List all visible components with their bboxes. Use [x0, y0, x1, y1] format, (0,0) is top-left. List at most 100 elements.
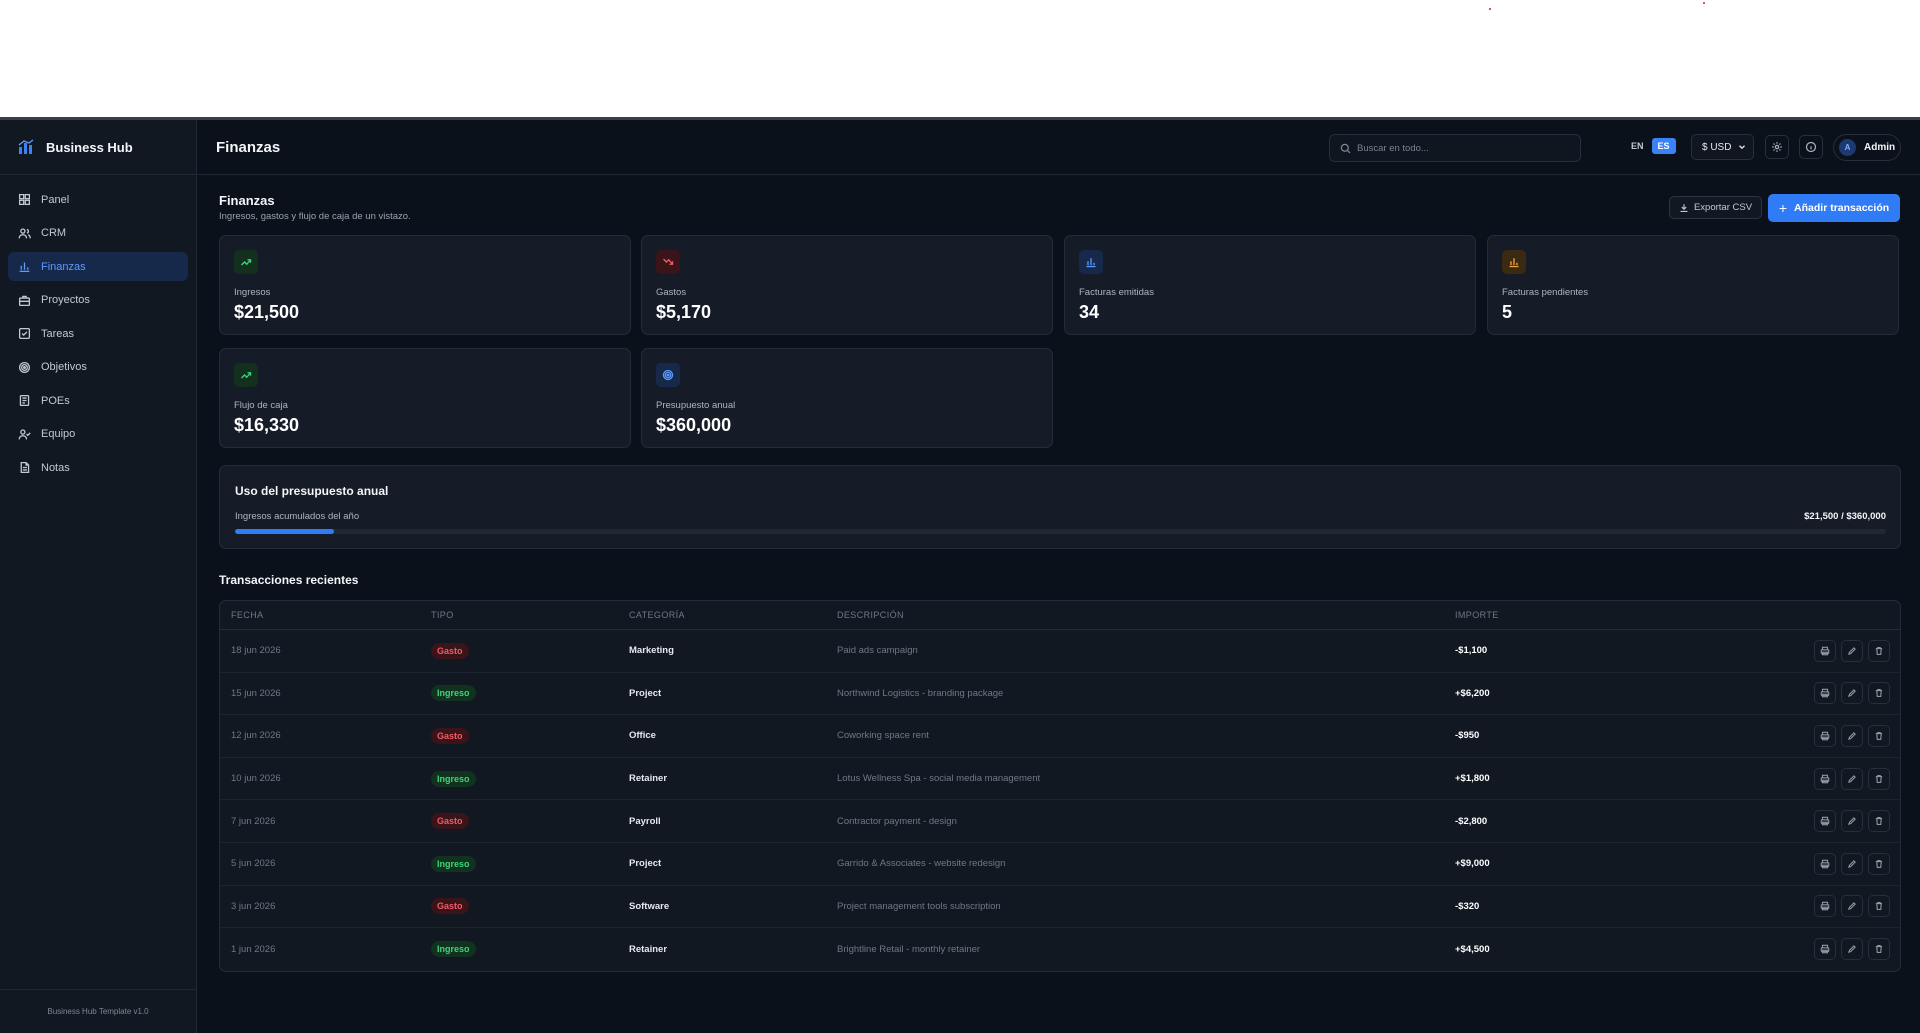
page-title: Finanzas [219, 193, 275, 208]
row-category: Retainer [629, 943, 668, 955]
row-actions [1814, 810, 1890, 833]
print-button[interactable] [1814, 682, 1836, 705]
users-icon [18, 227, 31, 238]
row-description: Brightline Retail - monthly retainer [837, 943, 981, 955]
column-header-date[interactable]: FECHA [231, 610, 264, 620]
lang-en-button[interactable]: EN [1625, 138, 1650, 154]
printer-icon [1820, 731, 1830, 741]
team-icon [18, 428, 31, 439]
delete-button[interactable] [1868, 938, 1890, 961]
delete-button[interactable] [1868, 852, 1890, 875]
currency-select[interactable]: $ USD [1691, 134, 1754, 160]
delete-button[interactable] [1868, 895, 1890, 918]
stat-card: Ingresos $21,500 [219, 235, 631, 335]
table-row[interactable]: 10 jun 2026 Ingreso Retainer Lotus Wellness… [220, 758, 1900, 801]
sidebar-item-poes[interactable]: POEs [8, 386, 188, 415]
target-icon [18, 361, 31, 373]
info-icon [1805, 141, 1817, 153]
print-button[interactable] [1814, 810, 1836, 833]
sidebar-item-panel[interactable]: Panel [8, 185, 188, 214]
sidebar-nav: Panel CRM Finanzas Proyectos Tareas Obje… [0, 175, 196, 497]
row-amount: +$4,500 [1455, 943, 1490, 955]
table-row[interactable]: 15 jun 2026 Ingreso Project Northwind Logis… [220, 673, 1900, 716]
sidebar-item-label: Finanzas [41, 260, 86, 273]
edit-button[interactable] [1841, 767, 1863, 790]
edit-button[interactable] [1841, 938, 1863, 961]
table-row[interactable]: 12 jun 2026 Gasto Office Coworking space re… [220, 715, 1900, 758]
add-transaction-button[interactable]: + Añadir transacción [1768, 194, 1900, 222]
stat-label: Presupuesto anual [656, 400, 736, 411]
row-date: 12 jun 2026 [231, 730, 281, 742]
type-badge: Ingreso [431, 855, 476, 872]
row-category: Office [629, 730, 656, 742]
stat-value: $16,330 [234, 415, 300, 435]
info-button[interactable] [1799, 135, 1823, 159]
type-badge: Gasto [431, 813, 469, 830]
print-button[interactable] [1814, 724, 1836, 747]
row-description: Lotus Wellness Spa - social media manage… [837, 773, 1041, 785]
pencil-icon [1847, 689, 1856, 698]
column-header-type[interactable]: TIPO [431, 610, 454, 620]
row-date: 7 jun 2026 [231, 815, 276, 827]
print-button[interactable] [1814, 895, 1836, 918]
sidebar: Business Hub Panel CRM Finanzas Proyecto… [0, 120, 197, 1033]
table-row[interactable]: 18 jun 2026 Gasto Marketing Paid ads campai… [220, 630, 1900, 673]
sidebar-item-crm[interactable]: CRM [8, 219, 188, 248]
sidebar-item-finanzas[interactable]: Finanzas [8, 252, 188, 281]
trending-up-icon [241, 259, 252, 266]
delete-button[interactable] [1868, 682, 1890, 705]
sidebar-item-label: Objetivos [41, 361, 87, 373]
row-date: 1 jun 2026 [231, 943, 276, 955]
search-box[interactable] [1329, 134, 1581, 162]
edit-button[interactable] [1841, 852, 1863, 875]
row-category: Project [629, 687, 662, 699]
table-row[interactable]: 7 jun 2026 Gasto Payroll Contractor payment… [220, 800, 1900, 843]
print-button[interactable] [1814, 639, 1836, 662]
budget-progress-bar [235, 529, 1886, 534]
search-input[interactable] [1357, 142, 1567, 154]
page-subtitle: Ingresos, gastos y flujo de caja de un v… [219, 211, 411, 222]
row-category: Software [629, 900, 670, 912]
edit-button[interactable] [1841, 724, 1863, 747]
export-csv-button[interactable]: Exportar CSV [1669, 196, 1762, 219]
table-row[interactable]: 5 jun 2026 Ingreso Project Garrido & Associ… [220, 843, 1900, 886]
export-csv-label: Exportar CSV [1693, 202, 1753, 213]
column-header-amount[interactable]: IMPORTE [1455, 610, 1499, 620]
print-button[interactable] [1814, 767, 1836, 790]
top-header: Finanzas EN ES $ USD A Admin [197, 120, 1920, 175]
printer-icon [1820, 945, 1830, 954]
user-menu[interactable]: A Admin [1833, 134, 1901, 161]
type-badge: Ingreso [431, 941, 476, 958]
lang-es-button[interactable]: ES [1651, 138, 1676, 154]
delete-button[interactable] [1868, 767, 1890, 790]
edit-button[interactable] [1841, 682, 1863, 705]
edit-button[interactable] [1841, 895, 1863, 918]
column-header-category[interactable]: CATEGORÍA [629, 610, 685, 620]
table-row[interactable]: 3 jun 2026 Gasto Software Project managemen… [220, 886, 1900, 929]
trash-icon [1875, 731, 1883, 740]
printer-icon [1820, 902, 1830, 911]
delete-button[interactable] [1868, 639, 1890, 662]
delete-button[interactable] [1868, 810, 1890, 833]
delete-button[interactable] [1868, 724, 1890, 747]
table-row[interactable]: 1 jun 2026 Ingreso Retainer Brightline Reta… [220, 928, 1900, 971]
sidebar-item-notas[interactable]: Notas [8, 453, 188, 482]
sidebar-item-tareas[interactable]: Tareas [8, 319, 188, 348]
sidebar-item-objetivos[interactable]: Objetivos [8, 353, 188, 382]
stat-label: Gastos [656, 287, 687, 298]
browser-blank-area [0, 0, 1920, 117]
red-dot [1489, 8, 1491, 10]
pencil-icon [1847, 859, 1856, 868]
print-button[interactable] [1814, 938, 1836, 961]
sidebar-item-equipo[interactable]: Equipo [8, 420, 188, 449]
edit-button[interactable] [1841, 810, 1863, 833]
print-button[interactable] [1814, 852, 1836, 875]
grid-icon [18, 193, 31, 206]
brand[interactable]: Business Hub [0, 120, 196, 175]
edit-button[interactable] [1841, 639, 1863, 662]
bar-chart-icon [19, 262, 30, 273]
settings-button[interactable] [1765, 135, 1789, 159]
sidebar-item-proyectos[interactable]: Proyectos [8, 286, 188, 315]
row-actions [1814, 724, 1890, 747]
column-header-description[interactable]: DESCRIPCIÓN [837, 610, 904, 620]
